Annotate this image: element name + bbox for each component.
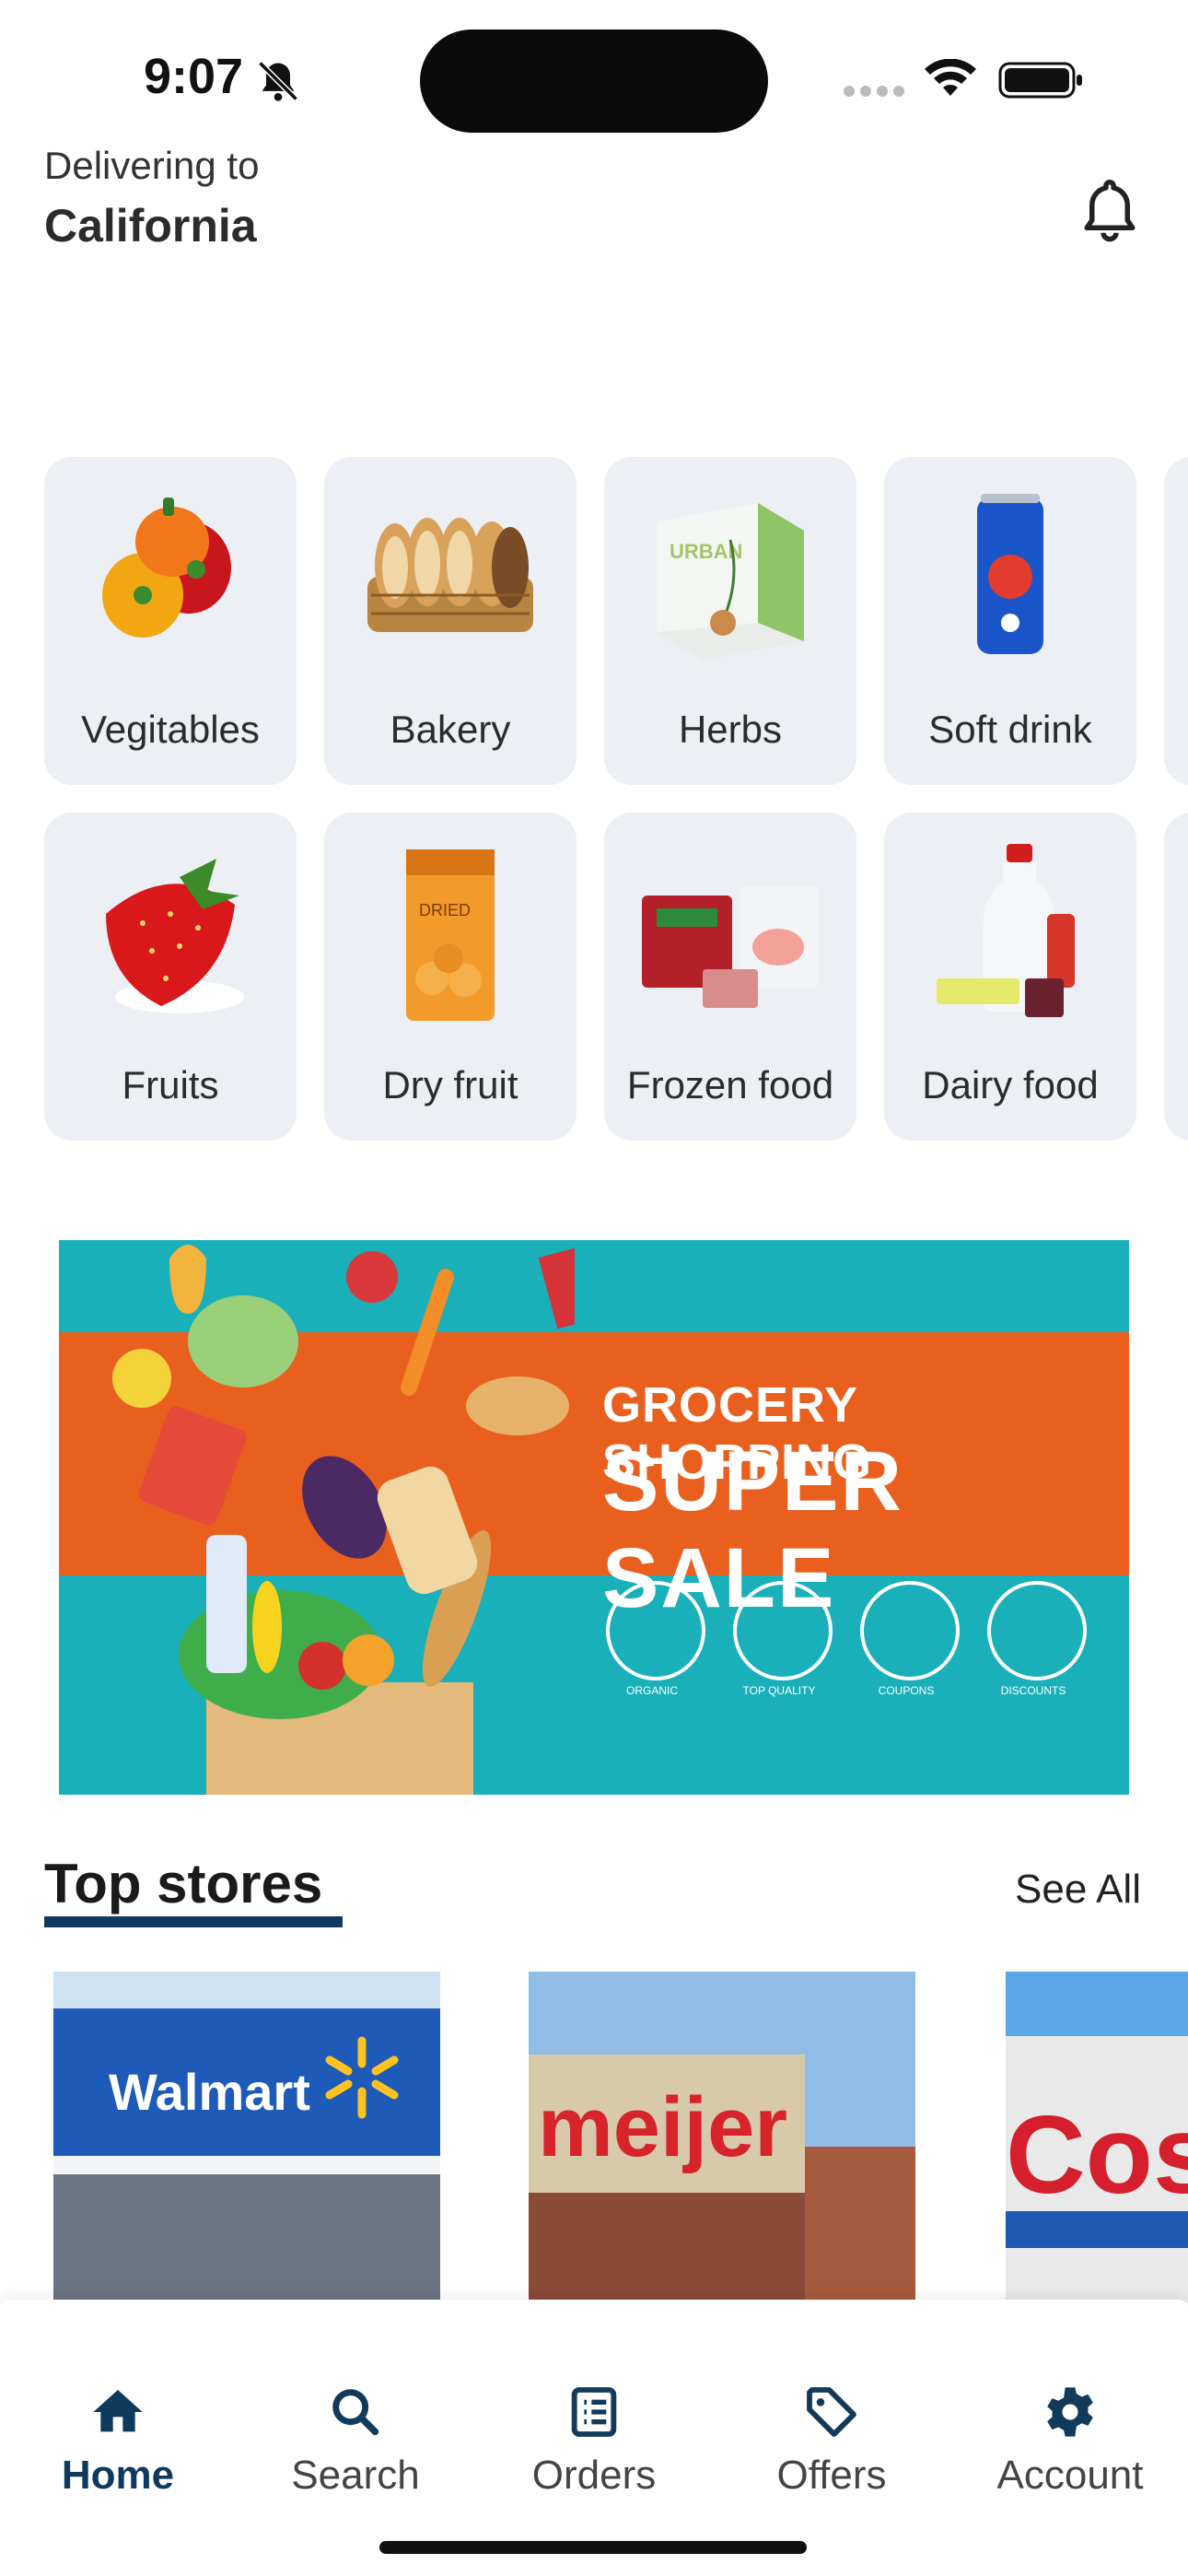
status-time: 9:07 — [144, 49, 244, 104]
wifi-icon — [925, 59, 976, 96]
tab-label: Orders — [531, 2453, 657, 2498]
badge-label: COUPONS — [878, 1684, 935, 1697]
tab-label: Search — [291, 2453, 420, 2498]
category-card-partial[interactable] — [1164, 813, 1188, 1141]
category-label: Soft drink — [928, 708, 1092, 751]
search-icon — [332, 2389, 379, 2436]
badge-label: ORGANIC — [625, 1684, 678, 1697]
meijer-storefront-image: meijer — [529, 1972, 915, 2303]
category-card-fruits[interactable]: Fruits — [44, 813, 297, 1141]
soda-can-icon — [977, 494, 1043, 654]
store-card-costco[interactable]: Cos — [1006, 1972, 1188, 2303]
dynamic-island — [420, 29, 768, 133]
grocery-bag-illustration — [112, 1243, 575, 1795]
see-all-link[interactable]: See All — [1015, 1867, 1141, 1913]
delivering-to-label: Delivering to — [44, 144, 260, 187]
coupons-badge-icon — [860, 1581, 960, 1680]
category-card-bakery[interactable]: Bakery — [324, 457, 577, 785]
herb-kit-box-icon: URBAN — [657, 503, 804, 660]
discounts-badge-icon — [987, 1581, 1087, 1680]
category-grid: Vegitables Bakery URBAN Herbs Soft drink… — [44, 457, 1188, 1142]
category-card-dairy-food[interactable]: Dairy food — [884, 813, 1136, 1141]
status-bar: 9:07 — [0, 0, 1188, 138]
store-sign-text: meijer — [538, 2080, 787, 2174]
category-label: Vegitables — [81, 708, 260, 751]
tab-label: Home — [61, 2453, 175, 2498]
store-sign-text: Walmart — [109, 2063, 310, 2121]
store-sign-text: Cos — [1006, 2093, 1188, 2217]
tab-offers[interactable]: Offers — [740, 2383, 924, 2512]
promo-banner[interactable]: GROCERY SHOPPING SUPER SALE ORGANIC TOP … — [59, 1240, 1129, 1795]
store-card-walmart[interactable]: Walmart — [53, 1972, 440, 2303]
bell-peppers-icon — [102, 498, 231, 638]
svg-text:DRIED: DRIED — [419, 901, 471, 919]
top-quality-badge-icon — [733, 1581, 833, 1680]
category-label: Dairy food — [922, 1063, 1099, 1107]
category-card-soft-drink[interactable]: Soft drink — [884, 457, 1136, 785]
walmart-storefront-image: Walmart — [53, 1972, 440, 2303]
title-underline — [44, 1916, 343, 1927]
bottom-tab-bar: Home Search Orders Offers Account — [0, 2300, 1188, 2576]
tag-icon — [807, 2387, 856, 2437]
badge-label: DISCOUNTS — [1000, 1684, 1066, 1697]
badge-label: TOP QUALITY — [742, 1684, 816, 1697]
category-card-vegitables[interactable]: Vegitables — [44, 457, 297, 785]
category-label: Bakery — [390, 708, 511, 751]
store-card-meijer[interactable]: meijer — [529, 1972, 915, 2303]
costco-storefront-image: Cos — [1006, 1972, 1188, 2303]
category-label: Fruits — [122, 1063, 219, 1107]
section-title-top-stores: Top stores — [44, 1853, 323, 1914]
home-indicator[interactable] — [379, 2541, 807, 2554]
frozen-packs-icon — [642, 886, 819, 1008]
tab-orders[interactable]: Orders — [502, 2383, 686, 2512]
battery-icon — [998, 62, 1082, 99]
cellular-signal-icon — [844, 86, 904, 97]
tab-home[interactable]: Home — [26, 2383, 210, 2512]
tab-label: Offers — [776, 2453, 887, 2498]
category-card-dry-fruit[interactable]: DRIED Dry fruit — [324, 813, 577, 1141]
delivery-location[interactable]: California — [44, 199, 257, 252]
tab-account[interactable]: Account — [978, 2383, 1162, 2512]
silent-bell-icon — [258, 61, 298, 101]
home-icon — [93, 2390, 143, 2432]
tab-label: Account — [996, 2453, 1144, 2498]
category-card-partial[interactable] — [1164, 457, 1188, 785]
category-card-herbs[interactable]: URBAN Herbs — [604, 457, 856, 785]
category-card-frozen-food[interactable]: Frozen food — [604, 813, 856, 1141]
notification-bell-icon[interactable] — [1079, 177, 1140, 243]
category-label: Dry fruit — [382, 1063, 518, 1107]
gear-icon — [1047, 2387, 1093, 2437]
orders-icon — [571, 2387, 617, 2437]
category-label: Frozen food — [626, 1063, 834, 1107]
category-label: Herbs — [678, 708, 783, 751]
strawberry-icon — [106, 859, 244, 1013]
dried-apricots-icon: DRIED — [406, 849, 495, 1021]
organic-badge-icon — [606, 1581, 705, 1680]
milk-bottle-icon — [937, 844, 1075, 1017]
tab-search[interactable]: Search — [263, 2383, 448, 2512]
bread-basket-icon — [367, 518, 533, 632]
